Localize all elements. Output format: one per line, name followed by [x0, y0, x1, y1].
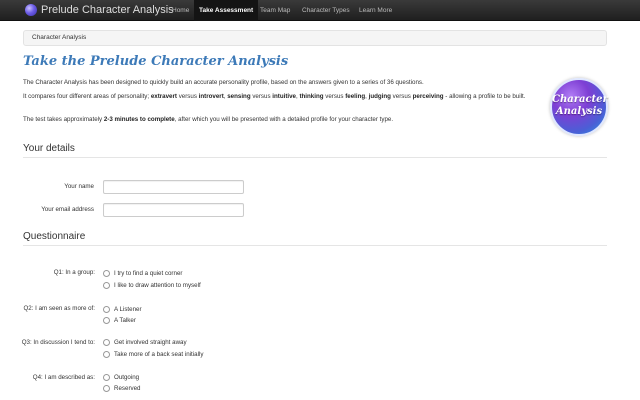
q3-option-1[interactable]: Get involved straight away — [103, 338, 187, 347]
question-4-label: Q4: I am described as: — [32, 374, 95, 381]
details-divider — [23, 157, 607, 158]
email-label: Your email address — [41, 206, 94, 213]
q3-option-2[interactable]: Take more of a back seat initially — [103, 350, 203, 359]
q1-option-1-label[interactable]: I try to find a quiet corner — [114, 270, 182, 277]
q4-option-2-label[interactable]: Reserved — [114, 385, 140, 392]
q1-option-2-radio[interactable] — [103, 282, 110, 289]
brand-logo-icon[interactable] — [25, 4, 37, 16]
q2-option-1-radio[interactable] — [103, 306, 110, 313]
nav-learn-more[interactable]: Learn More — [354, 0, 397, 21]
q1-option-2-label[interactable]: I like to draw attention to myself — [114, 282, 201, 289]
intro-paragraph-2: It compares four different areas of pers… — [23, 93, 526, 100]
q3-option-1-radio[interactable] — [103, 339, 110, 346]
q4-option-2[interactable]: Reserved — [103, 384, 140, 393]
question-1-label: Q1: In a group: — [53, 269, 95, 276]
q1-option-2[interactable]: I like to draw attention to myself — [103, 281, 201, 290]
q3-option-1-label[interactable]: Get involved straight away — [114, 339, 187, 346]
name-label: Your name — [64, 183, 94, 190]
logo-text: Character Analysis — [552, 94, 608, 117]
top-navbar: Prelude Character Analysis Home Take Ass… — [0, 0, 640, 21]
q2-option-2-radio[interactable] — [103, 317, 110, 324]
q4-option-1-label[interactable]: Outgoing — [114, 374, 139, 381]
questionnaire-divider — [23, 245, 607, 246]
intro-paragraph-3: The test takes approximately 2-3 minutes… — [23, 116, 394, 123]
q4-option-1-radio[interactable] — [103, 374, 110, 381]
question-3-label: Q3: In discussion I tend to: — [21, 339, 95, 346]
q3-option-2-label[interactable]: Take more of a back seat initially — [114, 351, 203, 358]
q2-option-2[interactable]: A Talker — [103, 316, 136, 325]
breadcrumb: Character Analysis — [23, 30, 607, 46]
q4-option-1[interactable]: Outgoing — [103, 373, 139, 382]
questionnaire-section-title: Questionnaire — [23, 231, 86, 242]
character-analysis-logo: Character Analysis — [550, 78, 608, 136]
page-title: Take the Prelude Character Analysis — [23, 54, 289, 69]
nav-home[interactable]: Home — [167, 0, 194, 21]
q2-option-2-label[interactable]: A Talker — [114, 317, 136, 324]
q3-option-2-radio[interactable] — [103, 351, 110, 358]
email-input[interactable] — [103, 203, 244, 217]
breadcrumb-current: Character Analysis — [32, 34, 87, 41]
brand-name[interactable]: Prelude Character Analysis — [41, 3, 174, 17]
q4-option-2-radio[interactable] — [103, 385, 110, 392]
nav-take-assessment[interactable]: Take Assessment — [194, 0, 259, 21]
question-2-label: Q2: I am seen as more of: — [23, 305, 95, 312]
name-input[interactable] — [103, 180, 244, 194]
details-section-title: Your details — [23, 143, 75, 154]
intro-paragraph-1: The Character Analysis has been designed… — [23, 79, 424, 86]
q2-option-1[interactable]: A Listener — [103, 305, 142, 314]
q1-option-1[interactable]: I try to find a quiet corner — [103, 269, 182, 278]
nav-character-types[interactable]: Character Types — [297, 0, 355, 21]
nav-team-map[interactable]: Team Map — [255, 0, 295, 21]
q1-option-1-radio[interactable] — [103, 270, 110, 277]
q2-option-1-label[interactable]: A Listener — [114, 306, 142, 313]
